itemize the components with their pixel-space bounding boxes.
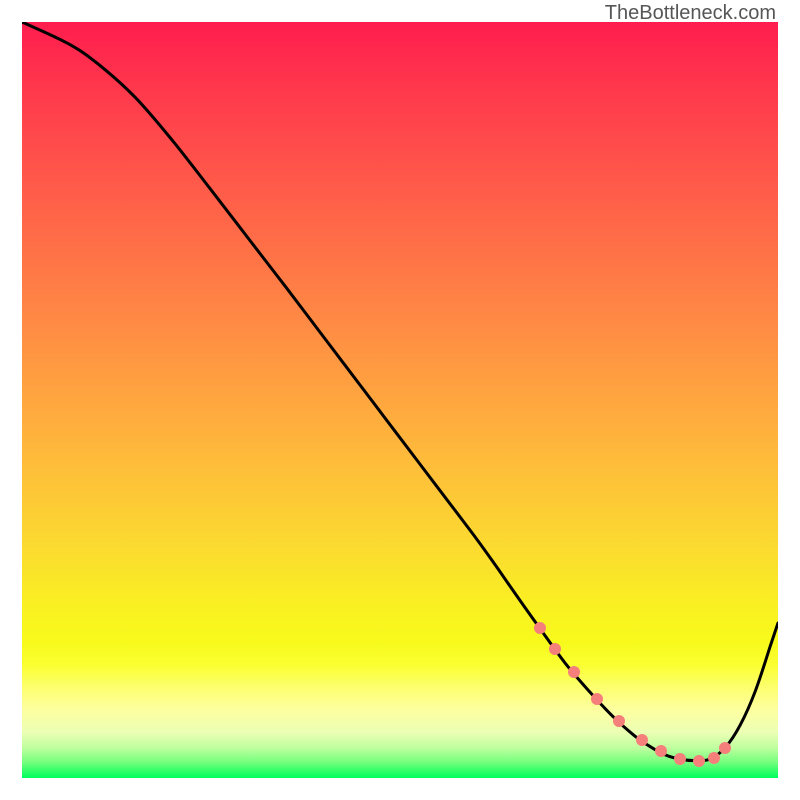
highlight-dot (693, 755, 705, 767)
highlight-dot (534, 622, 546, 634)
gradient-background (22, 22, 778, 778)
highlight-dot (591, 693, 603, 705)
highlight-dot (655, 745, 667, 757)
highlight-dot (708, 752, 720, 764)
highlight-dot (568, 666, 580, 678)
plot-area (22, 22, 778, 778)
highlight-dot (719, 742, 731, 754)
highlight-dot (549, 643, 561, 655)
chart-container: TheBottleneck.com (0, 0, 800, 800)
highlight-dot (674, 753, 686, 765)
highlight-dot (636, 734, 648, 746)
highlight-dot (613, 715, 625, 727)
